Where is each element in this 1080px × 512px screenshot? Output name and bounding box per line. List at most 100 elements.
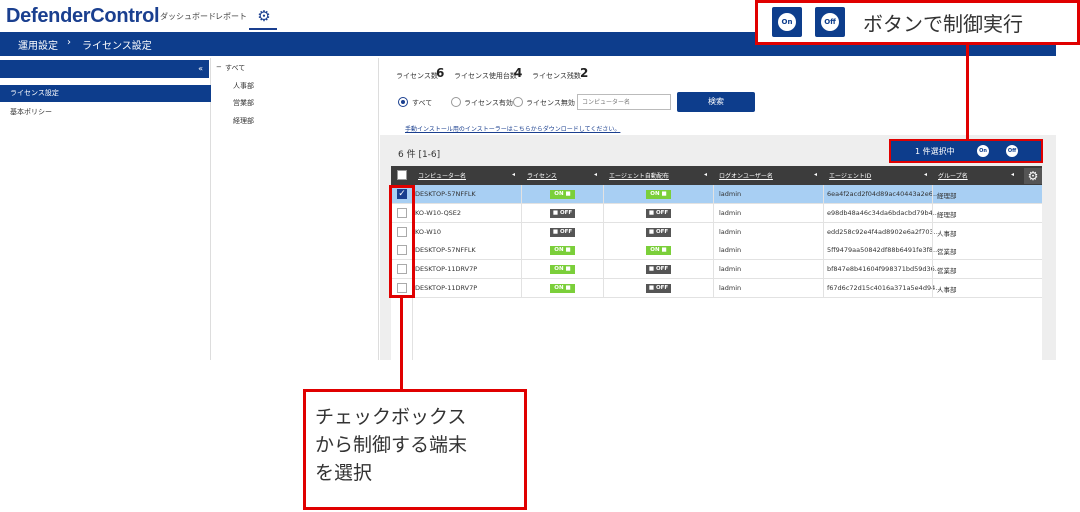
computer-name-input[interactable] [577,94,671,110]
used-label: ライセンス使用台数 [454,72,517,80]
radio-all-label: すべて [412,99,433,107]
breadcrumb-separator: › [67,37,71,48]
col-sort-icon[interactable]: ◂ [594,171,597,178]
cell-computer-name: DESKTOP-11DRV7P [415,265,478,274]
annotation-bottom-text: チェックボックス から制御する端末 を選択 [315,406,468,484]
license-toggle[interactable]: ON ■ [550,284,575,293]
app-logo[interactable]: DefenderControl [6,5,160,28]
sidebar-item-basic-policy[interactable]: 基本ポリシー [10,107,52,117]
auto-distribution-toggle[interactable]: ON ■ [646,246,671,256]
license-toggle[interactable]: ■ OFF [550,208,575,218]
installer-download-link[interactable]: 手動インストール用のインストーラーはこちらからダウンロードしてください。 [405,124,620,133]
auto-distribution-toggle[interactable]: ON ■ [646,190,671,199]
search-button[interactable]: 検索 [677,92,755,112]
cell-group-name: 営業部 [937,248,957,257]
column-divider [823,185,824,298]
select-all-checkbox[interactable] [397,170,407,180]
radio-license-valid-label: ライセンス有効 [464,99,513,107]
nav-active-indicator [249,28,277,30]
table-settings-icon[interactable]: ⚙ [1024,168,1042,184]
remaining-label: ライセンス残数 [532,72,581,80]
radio-license-invalid-label: ライセンス無効 [526,99,575,107]
col-group-name[interactable]: グループ名 [938,171,968,180]
license-toggle[interactable]: ON ■ [550,265,575,275]
cell-group-name: 人事部 [937,229,957,238]
selection-action-bar [889,139,1043,163]
nav-report[interactable]: レポート [215,11,247,22]
cell-logon-user: ladmin [719,227,742,236]
radio-license-invalid[interactable] [513,97,523,107]
cell-logon-user: ladmin [719,265,742,274]
cell-computer-name: DESKTOP-57NFFLK [415,190,476,198]
used-value: 4 [514,66,523,80]
nav-dashboard[interactable]: ダッシュボード [160,11,216,22]
column-divider [713,185,714,298]
cell-computer-name: KO-W10-QSE2 [415,208,462,217]
column-divider [932,185,933,298]
cell-logon-user: ladmin [719,208,742,217]
breadcrumb-current: ライセンス設定 [82,41,152,52]
annotation-connector [966,45,969,139]
col-sort-icon[interactable]: ◂ [704,171,707,178]
cell-agent-id: f67d6c72d15c4016a371a5e4d94... [827,284,942,292]
cell-logon-user: ladmin [719,246,742,255]
tree-toggle[interactable]: − [216,63,222,71]
col-sort-icon[interactable]: ◂ [512,171,515,178]
license-on-icon[interactable]: On [977,145,989,157]
auto-distribution-toggle[interactable]: ■ OFF [646,284,671,293]
cell-computer-name: KO-W10 [415,227,441,236]
auto-distribution-toggle[interactable]: ■ OFF [646,227,671,237]
radio-all[interactable] [398,97,408,107]
cell-logon-user: ladmin [719,190,742,198]
annotation-connector [400,298,403,389]
column-divider [412,298,413,360]
off-button-sample: Off [815,7,845,37]
licenses-label: ライセンス数 [396,72,438,80]
breadcrumb-parent[interactable]: 運用設定 [18,37,58,52]
license-off-icon[interactable]: Off [1006,145,1018,157]
col-auto-distribution[interactable]: エージェント自動配布 [609,171,669,180]
annotation-checkbox-highlight [389,185,415,298]
remaining-value: 2 [580,66,589,80]
cell-computer-name: DESKTOP-11DRV7P [415,284,478,292]
cell-logon-user: ladmin [719,284,742,292]
gear-icon[interactable]: ⚙ [253,5,275,27]
cell-group-name: 経理部 [937,210,957,219]
auto-distribution-toggle[interactable]: ■ OFF [646,208,671,218]
col-computer-name[interactable]: コンピューター名 [418,171,466,180]
col-sort-icon[interactable]: ◂ [814,171,817,178]
tree-item-accounting[interactable]: 経理部 [233,116,254,126]
radio-license-valid[interactable] [451,97,461,107]
tree-item-all[interactable]: すべて [225,63,245,73]
tree-item-sales[interactable]: 営業部 [233,98,254,108]
license-toggle[interactable]: ON ■ [550,190,575,199]
col-license[interactable]: ライセンス [527,171,557,180]
column-divider [603,185,604,298]
col-logon-user[interactable]: ログオンユーザー名 [719,171,773,180]
license-toggle[interactable]: ■ OFF [550,227,575,237]
cell-group-name: 営業部 [937,267,957,276]
sidebar-collapse-button[interactable]: « [0,60,209,78]
sidebar [0,58,211,360]
cell-computer-name: DESKTOP-57NFFLK [415,246,476,255]
column-divider [521,185,522,298]
license-on-icon: On [778,13,796,31]
cell-agent-id: 5ff9479aa50842df88b6491fe3f8... [827,246,940,255]
tree-item-hr[interactable]: 人事部 [233,81,254,91]
cell-agent-id: edd258c92e4f4ad8902e6a2f703... [827,227,940,236]
sidebar-item-license[interactable]: ライセンス設定 [0,85,211,102]
cell-group-name: 人事部 [937,286,957,294]
cell-agent-id: e98db48a46c34da6bdacbd79b4... [827,208,939,217]
col-sort-icon[interactable]: ◂ [1011,171,1014,178]
annotation-top-text: ボタンで制御実行 [863,12,1023,36]
licenses-value: 6 [436,66,445,80]
cell-group-name: 経理部 [937,192,957,200]
cell-agent-id: 6ea4f2acd2f04d89ac40443a2e6... [827,190,940,198]
col-agent-id[interactable]: エージェントID [829,171,871,180]
license-toggle[interactable]: ON ■ [550,246,575,256]
cell-agent-id: bf847e8b41604f998371bd59d36... [827,265,941,274]
on-button-sample: On [772,7,802,37]
license-off-icon: Off [821,13,839,31]
auto-distribution-toggle[interactable]: ■ OFF [646,265,671,275]
col-sort-icon[interactable]: ◂ [924,171,927,178]
